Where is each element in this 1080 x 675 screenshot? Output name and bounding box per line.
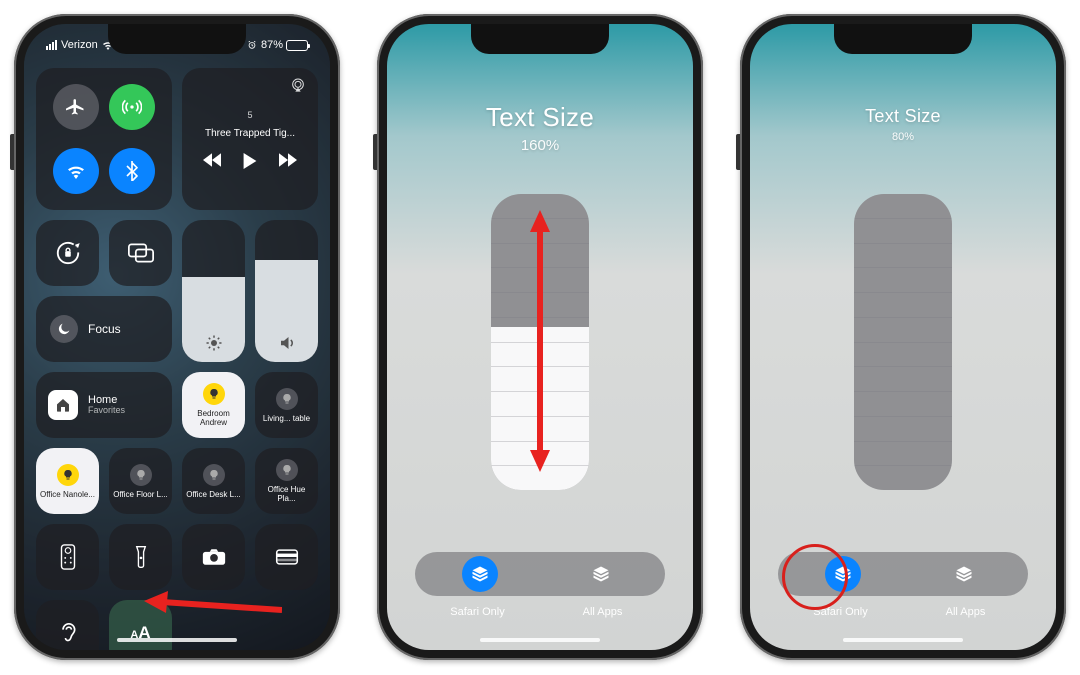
device-living[interactable]: Living... table bbox=[255, 372, 318, 438]
segment-all-apps[interactable] bbox=[583, 556, 619, 592]
text-size-slider[interactable] bbox=[854, 194, 952, 490]
home-indicator[interactable] bbox=[117, 638, 237, 642]
home-icon bbox=[48, 390, 78, 420]
segment-label-right: All Apps bbox=[540, 606, 665, 618]
bulb-icon bbox=[276, 459, 298, 481]
notch bbox=[108, 24, 246, 54]
text-size-header: Text Size 80% bbox=[750, 106, 1056, 143]
device-office-hue[interactable]: Office Hue Pla... bbox=[255, 448, 318, 514]
annotation-arrow bbox=[142, 582, 282, 622]
device-label: Office Desk L... bbox=[186, 490, 241, 499]
flashlight-button[interactable] bbox=[109, 524, 172, 590]
bluetooth-button[interactable] bbox=[109, 148, 155, 194]
connectivity-tile[interactable] bbox=[36, 68, 172, 210]
track-number: 5 bbox=[247, 110, 252, 120]
track-title: Three Trapped Tig... bbox=[205, 128, 295, 139]
battery-icon bbox=[286, 40, 308, 51]
home-favorites-tile[interactable]: Home Favorites bbox=[36, 372, 172, 438]
control-center-grid: 5 Three Trapped Tig... Focus bbox=[36, 68, 318, 626]
carrier-label: Verizon bbox=[61, 39, 98, 51]
now-playing-tile[interactable]: 5 Three Trapped Tig... bbox=[182, 68, 318, 210]
scope-segment[interactable] bbox=[415, 552, 665, 596]
segment-labels: Safari Only All Apps bbox=[415, 606, 665, 618]
phone-text-size-80: Text Size 80% Safari Only All Apps bbox=[740, 14, 1066, 660]
screen-mirroring-button[interactable] bbox=[109, 220, 172, 286]
device-label: Office Hue Pla... bbox=[259, 485, 314, 503]
notch bbox=[471, 24, 609, 54]
device-label: Office Floor L... bbox=[113, 490, 168, 499]
text-size-percent: 80% bbox=[750, 131, 1056, 143]
segment-safari-only[interactable] bbox=[462, 556, 498, 592]
device-label: Living... table bbox=[263, 414, 310, 423]
home-subtitle: Favorites bbox=[88, 406, 125, 416]
device-label: Bedroom Andrew bbox=[186, 409, 241, 427]
device-office-nano[interactable]: Office Nanole... bbox=[36, 448, 99, 514]
wallet-button[interactable] bbox=[255, 524, 318, 590]
segment-label-right: All Apps bbox=[903, 606, 1028, 618]
camera-button[interactable] bbox=[182, 524, 245, 590]
text-size-header: Text Size 160% bbox=[387, 102, 693, 154]
prev-track-button[interactable] bbox=[203, 153, 221, 169]
device-label: Office Nanole... bbox=[40, 490, 95, 499]
sun-icon bbox=[205, 334, 223, 352]
notch bbox=[834, 24, 972, 54]
alarm-icon bbox=[247, 40, 257, 50]
home-indicator[interactable] bbox=[480, 638, 600, 642]
airplay-icon[interactable] bbox=[290, 78, 306, 92]
bulb-icon bbox=[276, 388, 298, 410]
orientation-lock-button[interactable] bbox=[36, 220, 99, 286]
airplane-mode-button[interactable] bbox=[53, 84, 99, 130]
brightness-slider[interactable] bbox=[182, 220, 245, 362]
text-size-title: Text Size bbox=[750, 106, 1056, 127]
apple-tv-remote-button[interactable] bbox=[36, 524, 99, 590]
device-office-desk[interactable]: Office Desk L... bbox=[182, 448, 245, 514]
phone-control-center: Verizon 87% bbox=[14, 14, 340, 660]
focus-button[interactable]: Focus bbox=[36, 296, 172, 362]
phone-text-size-160: Text Size 160% Safa bbox=[377, 14, 703, 660]
annotation-circle bbox=[782, 544, 848, 610]
moon-icon bbox=[50, 315, 78, 343]
annotation-double-arrow bbox=[525, 210, 555, 472]
segment-label-left: Safari Only bbox=[415, 606, 540, 618]
bulb-icon bbox=[203, 383, 225, 405]
hearing-button[interactable] bbox=[36, 600, 99, 650]
play-button[interactable] bbox=[243, 153, 257, 169]
cellular-data-button[interactable] bbox=[109, 84, 155, 130]
wifi-button[interactable] bbox=[53, 148, 99, 194]
signal-bars-icon bbox=[46, 40, 57, 50]
segment-label-left: Safari Only bbox=[778, 606, 903, 618]
next-track-button[interactable] bbox=[279, 153, 297, 169]
volume-slider[interactable] bbox=[255, 220, 318, 362]
device-office-floor[interactable]: Office Floor L... bbox=[109, 448, 172, 514]
speaker-icon bbox=[278, 334, 296, 352]
bulb-icon bbox=[57, 464, 79, 486]
battery-pct: 87% bbox=[261, 39, 283, 51]
device-bedroom[interactable]: Bedroom Andrew bbox=[182, 372, 245, 438]
text-size-percent: 160% bbox=[387, 137, 693, 154]
text-size-title: Text Size bbox=[387, 102, 693, 133]
bulb-icon bbox=[203, 464, 225, 486]
home-indicator[interactable] bbox=[843, 638, 963, 642]
bulb-icon bbox=[130, 464, 152, 486]
focus-label: Focus bbox=[88, 322, 121, 336]
segment-all-apps[interactable] bbox=[946, 556, 982, 592]
